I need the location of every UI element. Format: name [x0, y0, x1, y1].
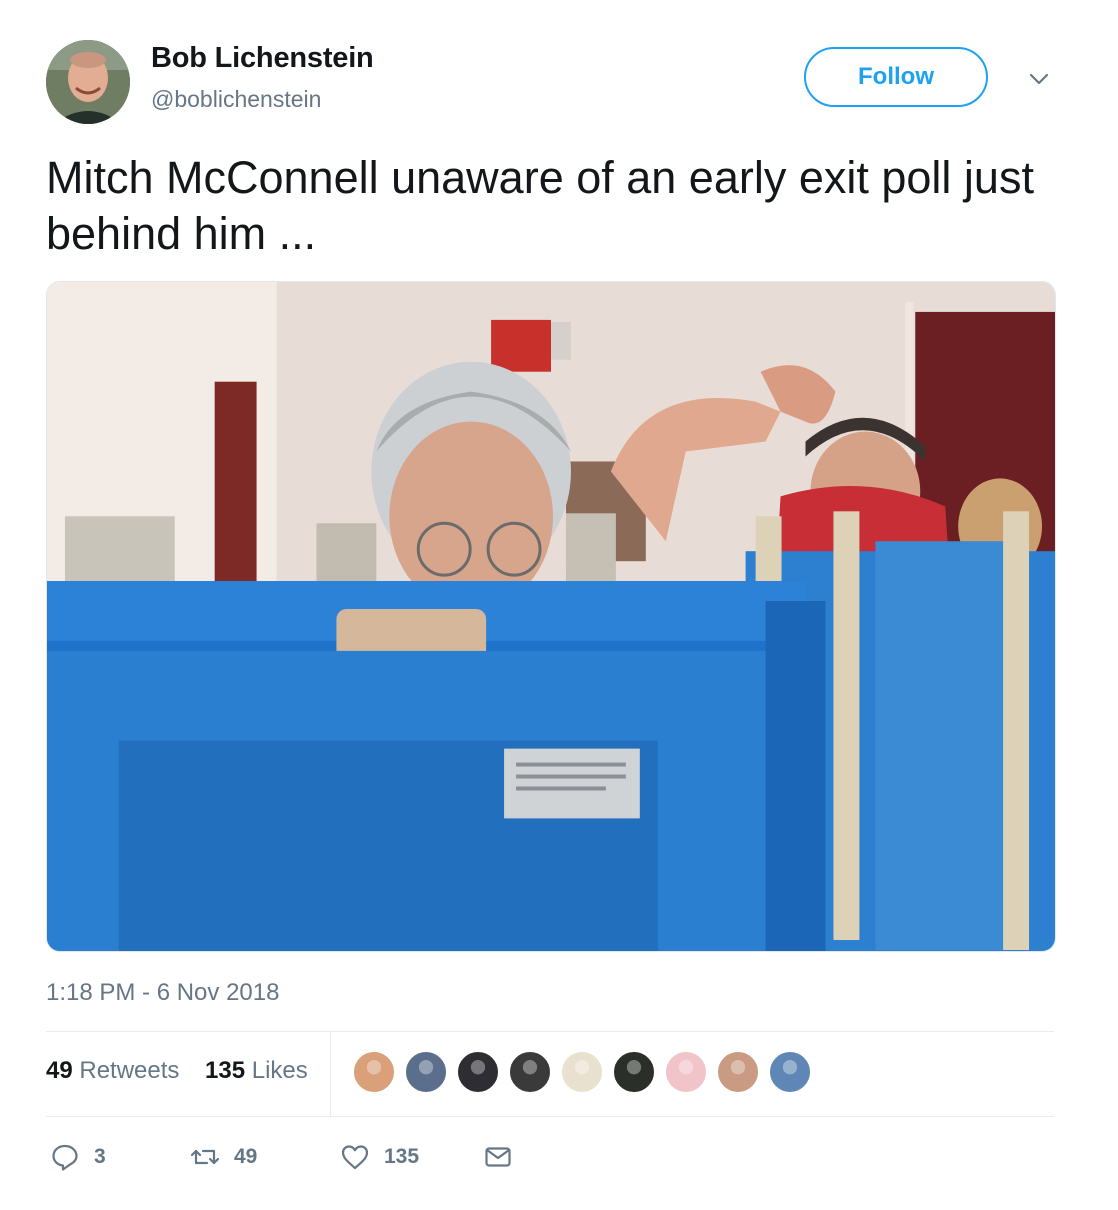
- retweet-count: 49: [234, 1145, 258, 1168]
- tweet-text: Mitch McConnell unaware of an early exit…: [46, 152, 1034, 259]
- liker-avatar[interactable]: [768, 1050, 812, 1094]
- liker-avatar[interactable]: [560, 1050, 604, 1094]
- like-count: 135: [384, 1145, 420, 1168]
- heart-icon: [341, 1145, 369, 1170]
- stats-separator: [330, 1032, 331, 1116]
- mail-icon: [485, 1147, 511, 1167]
- reply-count: 3: [94, 1145, 106, 1168]
- tweet-timestamp[interactable]: 1:18 PM - 6 Nov 2018: [46, 979, 279, 1007]
- retweets-label: Retweets: [79, 1057, 180, 1084]
- caret-down-icon[interactable]: [1024, 64, 1054, 94]
- liker-avatar[interactable]: [404, 1050, 448, 1094]
- retweets-stat[interactable]: 49 Retweets: [46, 1057, 179, 1085]
- retweet-icon: [190, 1149, 220, 1165]
- liker-avatar[interactable]: [664, 1050, 708, 1094]
- direct-message-button[interactable]: [483, 1140, 513, 1174]
- liker-avatar[interactable]: [352, 1050, 396, 1094]
- tweet-photo[interactable]: [46, 281, 1056, 952]
- liker-avatar[interactable]: [716, 1050, 760, 1094]
- divider-bottom: [46, 1116, 1054, 1117]
- likes-count: 135: [205, 1057, 246, 1084]
- user-handle[interactable]: @boblichenstein: [151, 86, 321, 113]
- user-name[interactable]: Bob Lichenstein: [151, 42, 374, 75]
- like-button[interactable]: 135: [340, 1140, 419, 1174]
- avatar[interactable]: [46, 40, 130, 124]
- follow-button[interactable]: Follow: [804, 47, 988, 107]
- likes-label: Likes: [251, 1057, 308, 1084]
- reply-icon: [52, 1144, 78, 1171]
- likes-stat[interactable]: 135 Likes: [205, 1057, 308, 1085]
- liker-avatar[interactable]: [456, 1050, 500, 1094]
- reply-button[interactable]: 3: [50, 1140, 106, 1174]
- liker-avatar[interactable]: [612, 1050, 656, 1094]
- retweets-count: 49: [46, 1057, 73, 1084]
- liker-avatar[interactable]: [508, 1050, 552, 1094]
- retweet-button[interactable]: 49: [190, 1140, 257, 1174]
- divider-top: [46, 1031, 1054, 1032]
